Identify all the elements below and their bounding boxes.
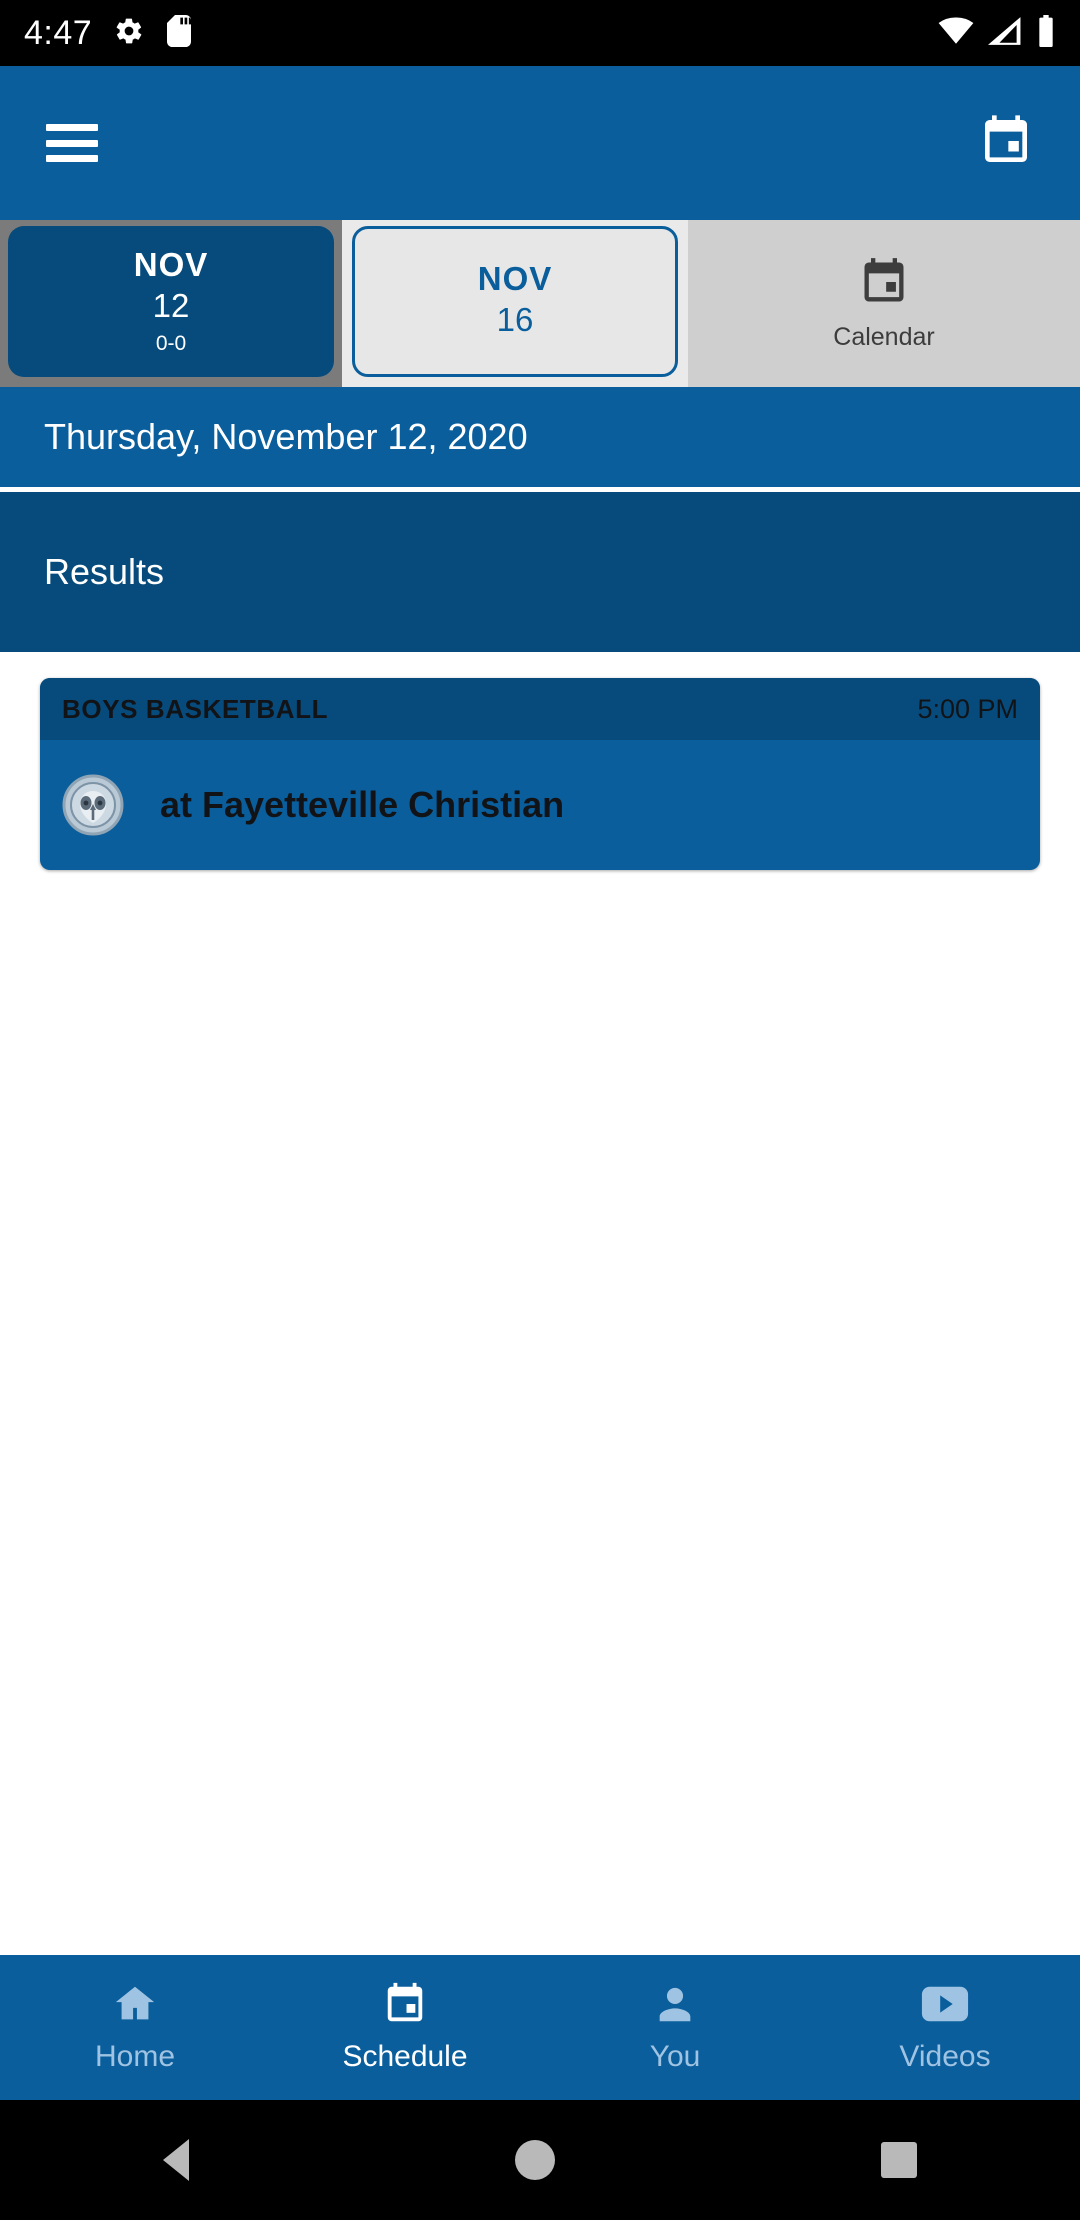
date-tab-month: NOV bbox=[477, 260, 553, 298]
battery-icon bbox=[1036, 14, 1056, 52]
nav-item-home-label: Home bbox=[94, 2040, 176, 2073]
status-bar: 4:47 bbox=[0, 0, 1080, 66]
date-tab-nov-16[interactable]: NOV 16 bbox=[342, 220, 688, 387]
status-bar-left: 4:47 bbox=[24, 14, 192, 53]
calendar-icon bbox=[858, 256, 910, 313]
nav-item-home[interactable]: Home bbox=[0, 1955, 270, 2100]
date-tab-nov-12[interactable]: NOV 12 0-0 bbox=[0, 220, 342, 387]
nav-item-you[interactable]: You bbox=[540, 1955, 810, 2100]
nav-item-videos[interactable]: Videos bbox=[810, 1955, 1080, 2100]
date-header-text: Thursday, November 12, 2020 bbox=[44, 416, 528, 457]
date-tab-day: 16 bbox=[496, 301, 534, 339]
game-sport-label: BOYS BASKETBALL bbox=[62, 693, 329, 724]
date-tab-nov-16-inner: NOV 16 bbox=[352, 226, 678, 377]
nav-item-schedule[interactable]: Schedule bbox=[270, 1955, 540, 2100]
game-card-body: at Fayetteville Christian bbox=[40, 740, 1040, 870]
nav-item-videos-label: Videos bbox=[899, 2040, 991, 2073]
date-tab-day: 12 bbox=[152, 286, 190, 324]
calendar-icon[interactable] bbox=[978, 113, 1034, 174]
nav-item-you-label: You bbox=[649, 2040, 701, 2073]
home-circle-icon[interactable] bbox=[515, 2140, 555, 2180]
owl-team-logo bbox=[62, 774, 124, 836]
calendar-icon bbox=[382, 1981, 428, 2032]
video-play-icon bbox=[920, 1981, 970, 2032]
calendar-tab[interactable]: Calendar bbox=[688, 220, 1080, 387]
status-bar-right bbox=[938, 14, 1056, 52]
app-bar bbox=[0, 66, 1080, 220]
recents-square-icon[interactable] bbox=[881, 2142, 917, 2178]
sd-card-icon bbox=[166, 14, 192, 52]
back-triangle-icon[interactable] bbox=[163, 2139, 189, 2181]
nav-item-schedule-label: Schedule bbox=[342, 2040, 468, 2073]
game-time-label: 5:00 PM bbox=[917, 693, 1018, 724]
date-tab-record: 0-0 bbox=[155, 332, 187, 356]
gear-icon bbox=[114, 16, 144, 51]
date-tab-month: NOV bbox=[133, 245, 209, 283]
date-tab-strip: NOV 12 0-0 NOV 16 Calendar bbox=[0, 220, 1080, 387]
system-navigation-bar bbox=[0, 2100, 1080, 2220]
game-card-header: BOYS BASKETBALL 5:00 PM bbox=[40, 678, 1040, 740]
date-header: Thursday, November 12, 2020 bbox=[0, 387, 1080, 487]
status-bar-clock: 4:47 bbox=[24, 13, 93, 52]
hamburger-menu-icon[interactable] bbox=[46, 124, 98, 162]
bottom-navigation-bar: Home Schedule You Videos bbox=[0, 1955, 1080, 2100]
date-tab-nov-12-inner: NOV 12 0-0 bbox=[8, 226, 334, 377]
game-opponent-label: at Fayetteville Christian bbox=[160, 784, 565, 825]
wifi-icon bbox=[938, 16, 974, 50]
section-title: Results bbox=[44, 551, 165, 592]
cell-signal-icon bbox=[988, 16, 1022, 50]
home-icon bbox=[112, 1981, 158, 2032]
results-section-header: Results bbox=[0, 492, 1080, 652]
calendar-tab-label: Calendar bbox=[833, 322, 935, 351]
person-icon bbox=[652, 1981, 698, 2032]
app-screen: 4:47 NOV 12 0-0 NOV 16 Calendar Thursday… bbox=[0, 0, 1080, 2220]
game-card[interactable]: BOYS BASKETBALL 5:00 PM at Fayetteville … bbox=[40, 678, 1040, 870]
schedule-content: BOYS BASKETBALL 5:00 PM at Fayetteville … bbox=[0, 652, 1080, 1955]
